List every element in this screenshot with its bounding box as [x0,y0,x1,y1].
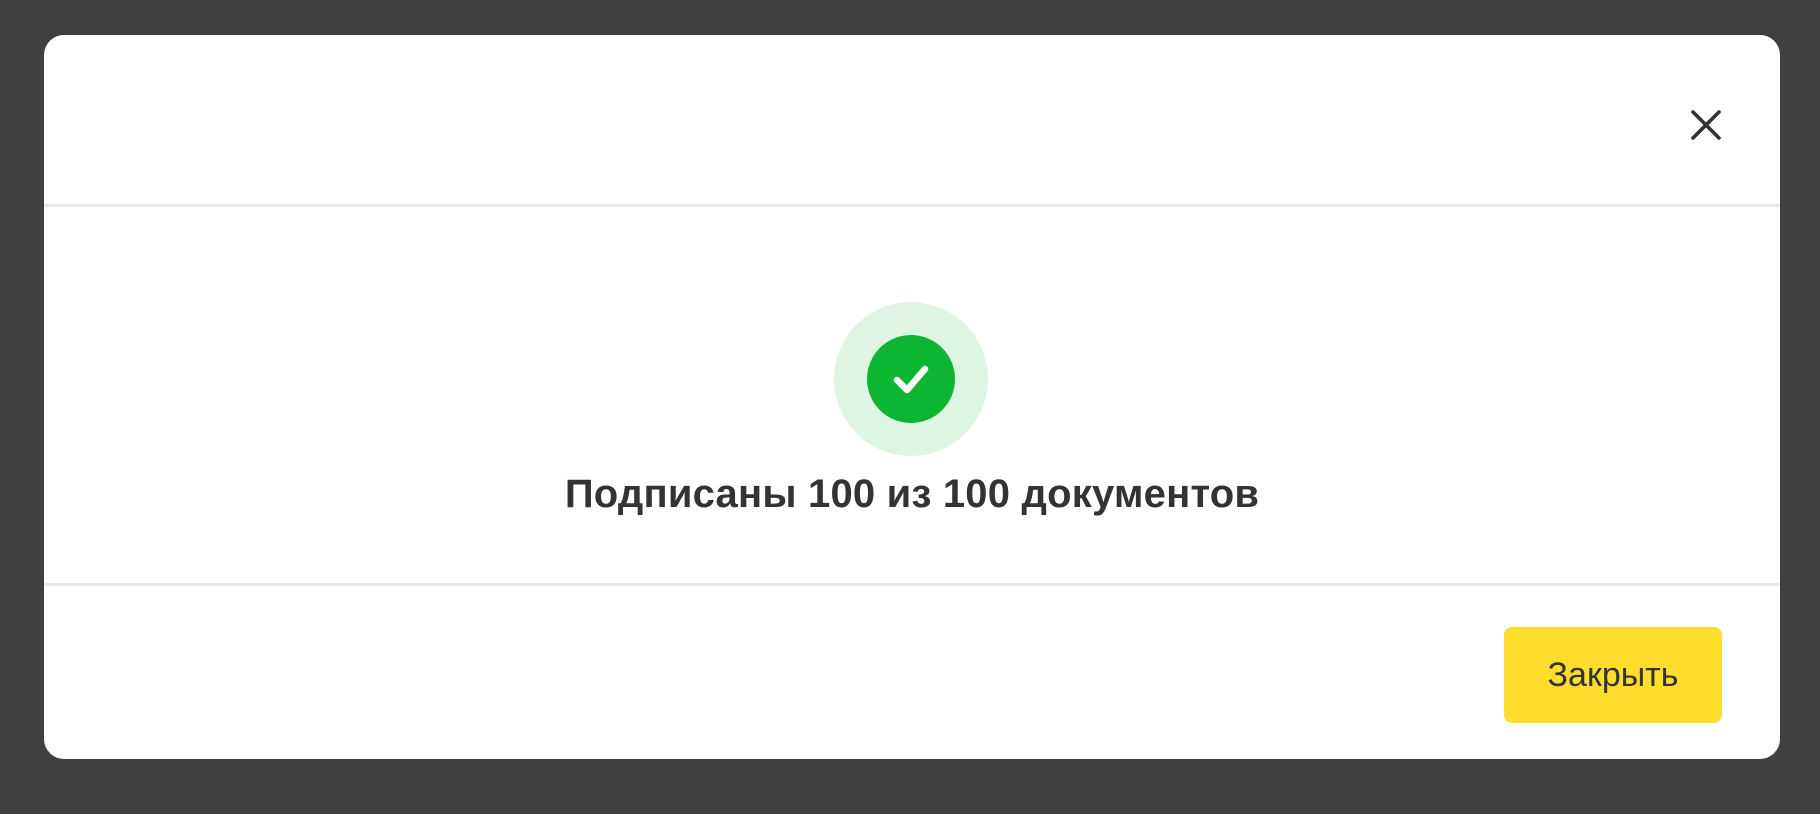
check-circle-icon [867,335,955,423]
status-message: Подписаны 100 из 100 документов [564,472,1260,516]
dialog-footer: Закрыть [44,589,1780,759]
modal-backdrop: Подписаны 100 из 100 документов Закрыть [0,0,1820,814]
close-dialog-button[interactable] [1684,103,1728,147]
signing-result-dialog: Подписаны 100 из 100 документов Закрыть [44,35,1780,759]
close-icon [1691,110,1721,140]
dialog-body: Подписаны 100 из 100 документов [44,210,1780,586]
checkmark-icon [893,365,929,394]
success-status-icon [834,302,988,456]
close-button[interactable]: Закрыть [1504,627,1722,723]
dialog-header [44,35,1780,207]
